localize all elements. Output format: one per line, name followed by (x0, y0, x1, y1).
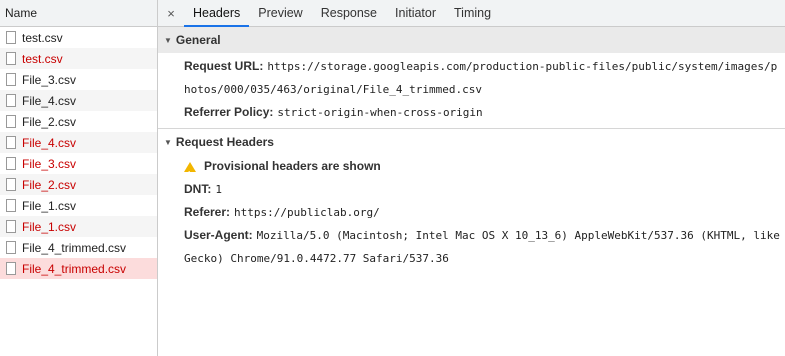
triangle-down-icon: ▼ (164, 35, 172, 45)
file-icon (6, 220, 16, 233)
request-name-label: File_2.csv (22, 114, 77, 129)
request-url-value-2: hotos/000/035/463/original/File_4_trimme… (184, 83, 483, 96)
user-agent-value-2: Gecko) Chrome/91.0.4472.77 Safari/537.36 (184, 252, 449, 265)
provisional-warning-text: Provisional headers are shown (204, 159, 381, 173)
referrer-policy-row: Referrer Policy: strict-origin-when-cross… (158, 101, 785, 124)
request-name-label: File_3.csv (22, 156, 77, 171)
request-url-row: Request URL: https://storage.googleapis.c… (158, 55, 785, 78)
request-list-item[interactable]: File_2.csv (0, 174, 157, 195)
file-icon (6, 73, 16, 86)
user-agent-row: User-Agent: Mozilla/5.0 (Macintosh; Intel… (158, 224, 785, 247)
file-icon (6, 199, 16, 212)
warning-icon (184, 161, 196, 186)
name-column-header[interactable]: Name (0, 0, 157, 27)
request-name-label: test.csv (22, 30, 63, 45)
request-list-item[interactable]: File_3.csv (0, 69, 157, 90)
request-list-item[interactable]: File_4.csv (0, 132, 157, 153)
tab-response[interactable]: Response (312, 0, 386, 26)
request-list-panel: Name test.csv test.csv File_3.csv File_4.cs… (0, 0, 158, 356)
request-list-item[interactable]: File_1.csv (0, 195, 157, 216)
request-name-label: File_4_trimmed.csv (22, 261, 127, 276)
request-name-label: File_4.csv (22, 135, 77, 150)
request-url-value-1: https://storage.googleapis.com/productio… (267, 60, 778, 73)
dnt-value: 1 (215, 183, 222, 196)
request-name-label: File_4_trimmed.csv (22, 240, 127, 255)
file-icon (6, 94, 16, 107)
file-icon (6, 52, 16, 65)
request-list-item[interactable]: File_2.csv (0, 111, 157, 132)
tab-preview[interactable]: Preview (249, 0, 311, 26)
request-list-item[interactable]: File_4_trimmed.csv (0, 258, 157, 279)
request-list: test.csv test.csv File_3.csv File_4.csv File… (0, 27, 157, 279)
request-list-item[interactable]: File_4.csv (0, 90, 157, 111)
referer-row: Referer: https://publiclab.org/ (158, 201, 785, 224)
referrer-policy-label: Referrer Policy: (184, 105, 274, 119)
request-details-panel: × Headers Preview Response Initiator Tim… (158, 0, 785, 356)
request-url-row-cont: hotos/000/035/463/original/File_4_trimme… (158, 78, 785, 101)
file-icon (6, 31, 16, 44)
file-icon (6, 115, 16, 128)
user-agent-value-1: Mozilla/5.0 (Macintosh; Intel Mac OS X 1… (256, 229, 780, 242)
details-tabbar: × Headers Preview Response Initiator Tim… (158, 0, 785, 27)
request-list-item[interactable]: File_1.csv (0, 216, 157, 237)
referer-value: https://publiclab.org/ (234, 206, 380, 219)
request-list-item[interactable]: test.csv (0, 27, 157, 48)
request-name-label: File_2.csv (22, 177, 77, 192)
file-icon (6, 241, 16, 254)
user-agent-row-cont: Gecko) Chrome/91.0.4472.77 Safari/537.36 (158, 247, 785, 270)
tab-timing[interactable]: Timing (445, 0, 500, 26)
file-icon (6, 136, 16, 149)
request-url-label: Request URL: (184, 59, 264, 73)
request-name-label: File_1.csv (22, 219, 77, 234)
tab-initiator[interactable]: Initiator (386, 0, 445, 26)
file-icon (6, 262, 16, 275)
triangle-down-icon: ▼ (164, 137, 172, 147)
request-name-label: File_1.csv (22, 198, 77, 213)
request-headers-section-header[interactable]: ▼ Request Headers (158, 129, 785, 155)
file-icon (6, 157, 16, 170)
provisional-warning: Provisional headers are shown (158, 155, 785, 186)
referer-label: Referer: (184, 205, 231, 219)
close-icon[interactable]: × (158, 0, 184, 26)
request-list-item[interactable]: test.csv (0, 48, 157, 69)
general-section-header[interactable]: ▼ General (158, 27, 785, 53)
general-section-title: General (175, 33, 221, 47)
request-name-label: File_4.csv (22, 93, 77, 108)
dnt-row: DNT: 1 (158, 178, 785, 201)
request-name-label: test.csv (22, 51, 63, 66)
request-name-label: File_3.csv (22, 72, 77, 87)
request-list-item[interactable]: File_4_trimmed.csv (0, 237, 157, 258)
file-icon (6, 178, 16, 191)
request-list-item[interactable]: File_3.csv (0, 153, 157, 174)
tab-headers[interactable]: Headers (184, 0, 250, 27)
user-agent-label: User-Agent: (184, 228, 253, 242)
request-headers-title: Request Headers (175, 135, 274, 149)
referrer-policy-value: strict-origin-when-cross-origin (277, 106, 483, 119)
